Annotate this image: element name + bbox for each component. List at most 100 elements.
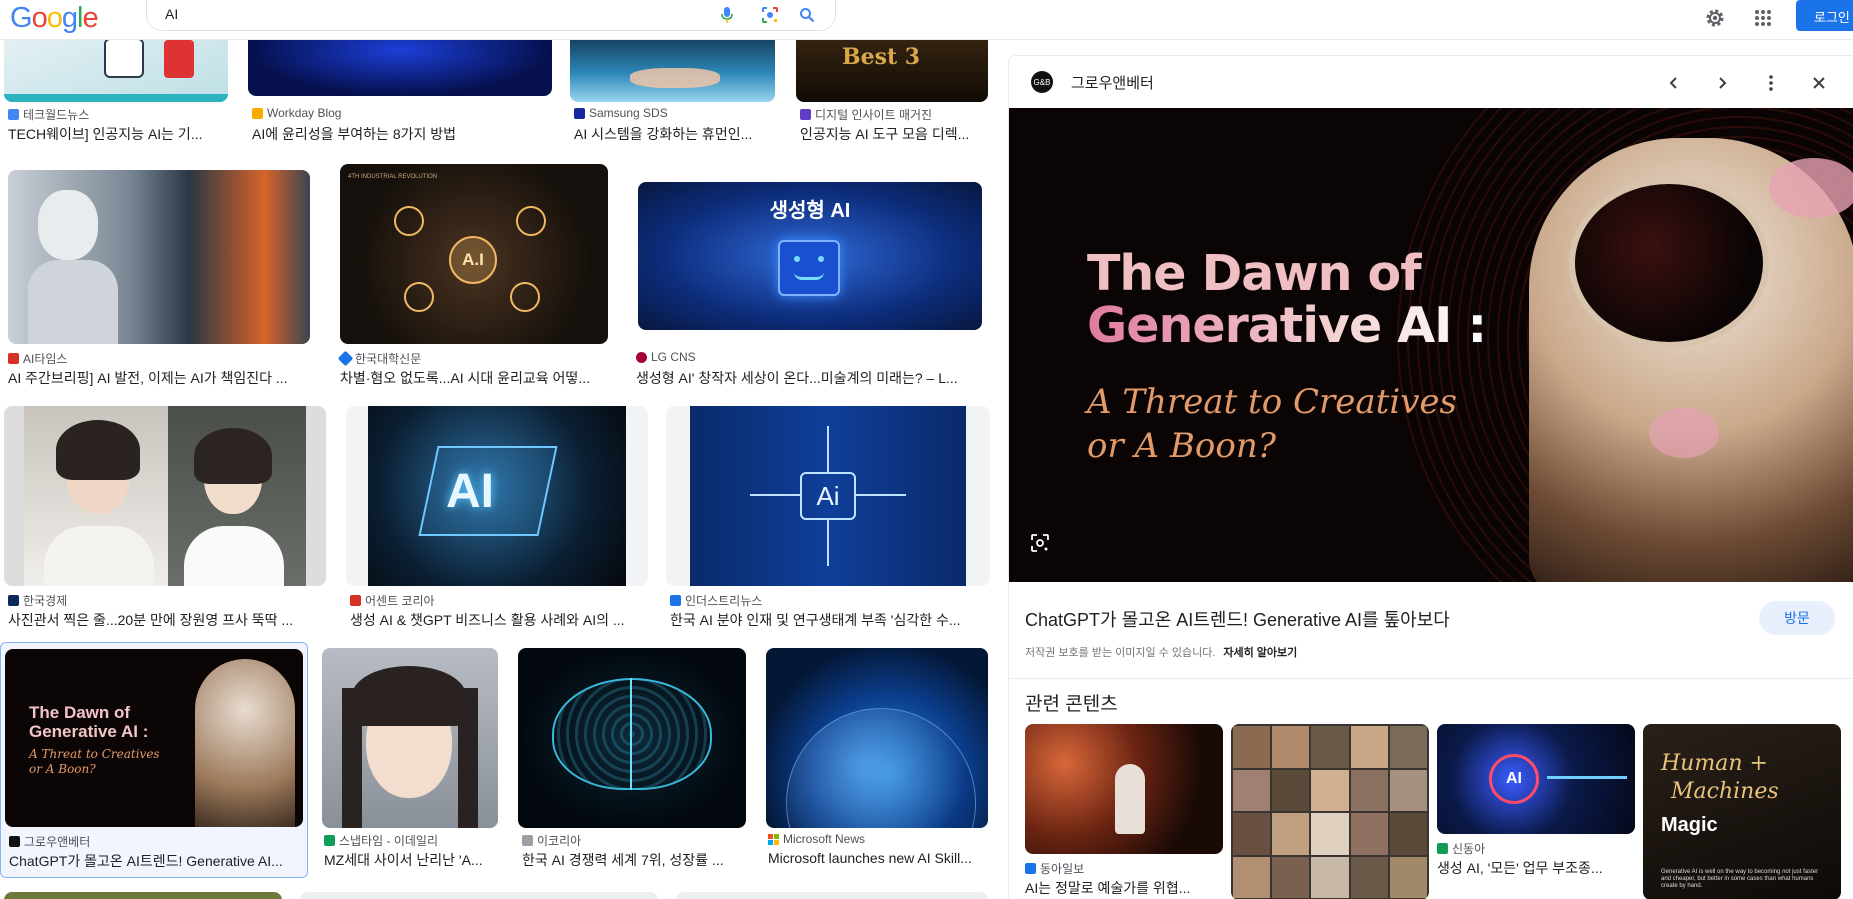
result-source: 인더스트리뉴스 [685,594,763,608]
image-result[interactable]: Best 3 디지털 인사이트 매거진 인공지능 AI 도구 모음 디렉... [796,40,988,150]
result-title: AI 주간브리핑] AI 발전, 이제는 AI가 책임진다 ... [8,370,288,386]
image-result[interactable] [4,892,282,899]
result-thumbnail: Best 3 [796,40,988,102]
result-source: 그로우앤베터 [24,835,91,849]
result-thumbnail: 생성형 AI [638,182,982,330]
related-thumbnail [1025,724,1223,854]
lens-icon[interactable] [760,5,780,25]
related-content-heading: 관련 콘텐츠 [1025,694,1118,715]
thumbnail-text: Human + [1661,751,1768,776]
preview-caption[interactable]: ChatGPT가 몰고온 AI트렌드! Generative AI를 톺아보다 [1025,606,1450,632]
panel-source-name[interactable]: 그로우앤베터 [1071,72,1154,93]
result-source: 스냅타임 - 이데일리 [339,834,438,848]
next-icon[interactable] [1707,68,1737,98]
result-thumbnail [766,648,988,828]
image-result[interactable]: AI타임스 AI 주간브리핑] AI 발전, 이제는 AI가 책임진다 ... [0,160,320,388]
image-result[interactable] [300,892,658,899]
result-title: 차별·혐오 없도록...AI 시대 윤리교육 어떻... [340,370,590,386]
visit-button[interactable]: 방문 [1759,601,1835,635]
thumbnail-text: Ai [800,472,856,520]
lens-search-icon[interactable] [1029,532,1051,554]
copyright-notice: 저작권 보호를 받는 이미지일 수 있습니다. 자세히 알아보기 [1025,647,1298,659]
thumbnail-text: Generative AI is well on the way to beco… [1661,869,1819,889]
result-source: Microsoft News [783,832,866,846]
thumbnail-text: The Dawn of Generative AI : [29,703,149,741]
source-favicon [522,835,533,846]
result-title: TECH웨이브] 인공지능 AI는 기... [8,126,203,142]
result-source: 디지털 인사이트 매거진 [815,108,933,122]
thumbnail-text: Machines [1671,779,1779,804]
image-result-selected[interactable]: The Dawn of Generative AI : A Threat to … [0,642,308,878]
source-favicon [8,109,19,120]
source-favicon [636,351,647,363]
image-result[interactable]: 테크월드뉴스 TECH웨이브] 인공지능 AI는 기... [0,40,232,150]
result-title: 한국 AI 분야 인재 및 연구생태계 부족 '심각한 수... [670,612,961,628]
source-favicon [252,107,263,119]
source-favicon [574,107,585,119]
image-result[interactable] [676,892,988,899]
source-favicon [350,595,361,606]
image-result[interactable]: 4TH INDUSTRIAL REVOLUTION A.I 한국대학신문 차별·… [336,160,616,388]
result-thumbnail: 4TH INDUSTRIAL REVOLUTION A.I [340,164,608,344]
result-source: 한국대학신문 [355,352,422,366]
result-source: 어센트 코리아 [365,594,435,608]
source-favicon [800,109,811,120]
image-preview-panel: G&B 그로우앤베터 The Dawn of Generative AI : A… [1008,55,1853,899]
related-title: AI는 정말로 예술가를 위협... [1025,880,1191,896]
result-thumbnail [4,40,228,102]
preview-image[interactable]: The Dawn of Generative AI : A Threat to … [1009,108,1853,582]
result-title: 한국 AI 경쟁력 세계 7위, 성장률 ... [522,852,724,868]
related-title: 생성 AI, '모든' 업무 부조종... [1437,860,1603,876]
result-thumbnail: Ai [666,406,990,586]
result-title: 인공지능 AI 도구 모음 디렉... [800,126,970,142]
image-result[interactable]: Samsung SDS AI 시스템을 강화하는 휴먼인... [570,40,776,150]
related-thumbnail: Human + Machines Magic Generative AI is … [1643,724,1841,899]
image-result[interactable]: Workday Blog AI에 윤리성을 부여하는 8가지 방법 [248,40,554,150]
source-favicon [8,595,19,606]
image-result[interactable]: 이코리아 한국 AI 경쟁력 세계 7위, 성장률 ... [518,642,748,878]
more-options-icon[interactable] [1756,68,1786,98]
thumbnail-text: AI [1489,754,1539,804]
thumbnail-text: Magic [1661,814,1718,836]
source-favicon [337,350,354,367]
search-box [146,0,836,31]
source-favicon [670,595,681,606]
image-result[interactable]: 스냅타임 - 이데일리 MZ세대 사이서 난리난 'A... [320,642,500,878]
image-result[interactable]: Ai 인더스트리뉴스 한국 AI 분야 인재 및 연구생태계 부족 '심각한 수… [666,398,992,628]
result-title: 사진관서 찍은 줄...20분 만에 장원영 프사 뚝딱 ... [8,612,294,628]
thumbnail-text: 4TH INDUSTRIAL REVOLUTION [348,174,438,180]
result-source: Samsung SDS [589,106,668,120]
result-title: Microsoft launches new AI Skill... [768,850,972,866]
related-source: 신동아 [1452,842,1486,856]
related-source: 동아일보 [1040,862,1085,876]
source-favicon [324,835,335,846]
image-result[interactable]: 한국경제 사진관서 찍은 줄...20분 만에 장원영 프사 뚝딱 ... [0,398,330,628]
learn-more-link[interactable]: 자세히 알아보기 [1223,647,1297,659]
result-thumbnail [322,648,498,828]
result-thumbnail [4,406,326,586]
microphone-icon[interactable] [717,5,737,25]
source-favicon [9,836,20,847]
image-result[interactable]: 생성형 AI LG CNS 생성형 AI' 창작자 세상이 온다...미술계의 … [632,160,992,388]
result-thumbnail [248,40,552,96]
login-button[interactable]: 로그인 [1796,0,1853,31]
result-source: 이코리아 [537,834,582,848]
settings-gear-icon[interactable] [1700,3,1730,33]
search-icon[interactable] [797,5,817,25]
search-input[interactable] [165,6,685,22]
close-icon[interactable] [1804,68,1834,98]
divider [1009,678,1853,679]
hero-title: The Dawn of Generative AI : [1087,245,1487,354]
image-result[interactable]: AI 어센트 코리아 생성 AI & 챗GPT 비즈니스 활용 사례와 AI의 … [346,398,650,628]
result-title: MZ세대 사이서 난리난 'A... [324,852,483,868]
previous-icon[interactable] [1659,68,1689,98]
result-source: 한국경제 [23,594,68,608]
result-thumbnail [518,648,746,828]
thumbnail-text: AI [446,465,494,518]
source-favicon [8,353,19,364]
result-title: ChatGPT가 몰고온 AI트렌드! Generative AI... [9,853,283,869]
google-logo[interactable]: Google [10,2,99,35]
apps-grid-icon[interactable] [1748,3,1778,33]
result-thumbnail [8,170,310,344]
image-result[interactable]: Microsoft News Microsoft launches new AI… [764,642,990,878]
